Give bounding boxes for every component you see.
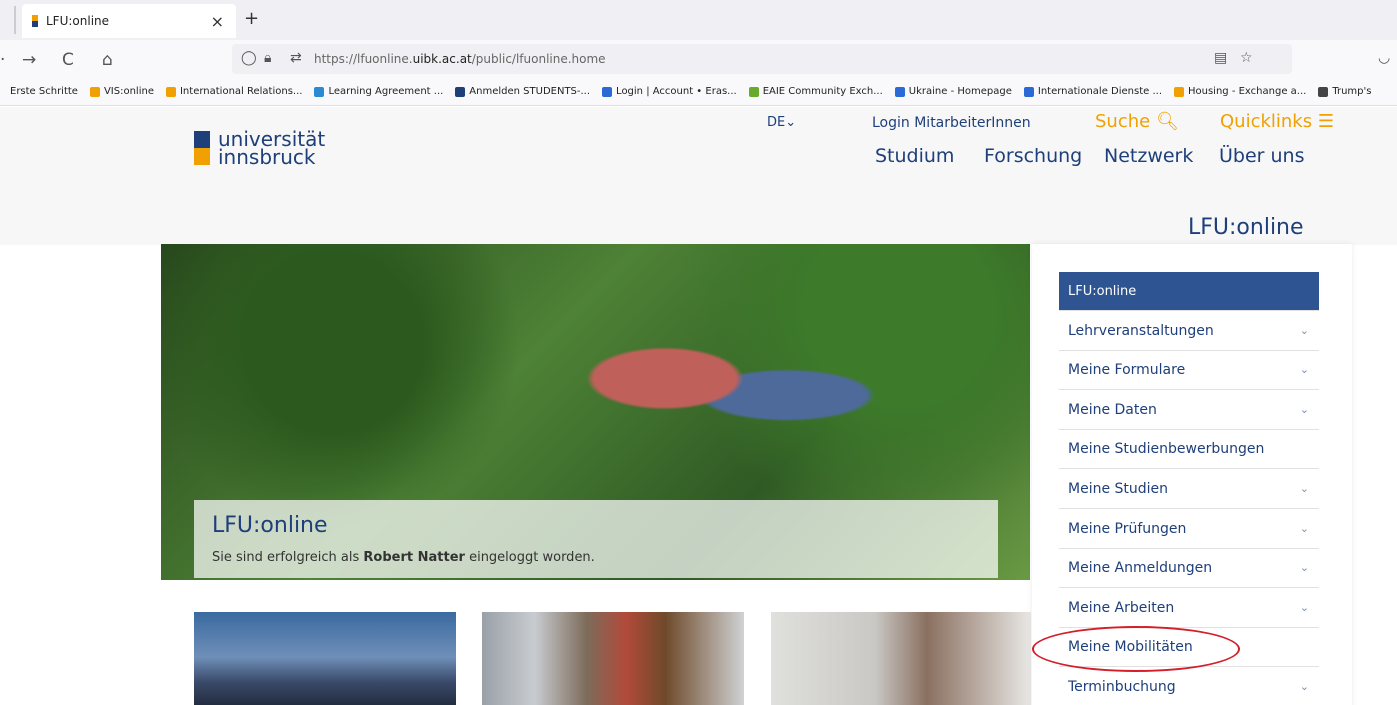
staff-login-link[interactable]: Login MitarbeiterInnen [872, 115, 1031, 131]
reader-view-icon[interactable]: ▤ [1214, 50, 1227, 66]
reload-icon[interactable]: C [62, 50, 74, 70]
teaser-image-library[interactable] [482, 612, 744, 705]
sidebar-item-label: LFU:online [1068, 283, 1137, 299]
hero-caption-box [194, 500, 998, 578]
chevron-down-icon[interactable]: ⌄ [1300, 363, 1309, 376]
search-icon: 🔍︎ [1155, 111, 1179, 132]
sidebar-item[interactable]: Meine Arbeiten ⌄ [1059, 589, 1319, 628]
university-logo[interactable]: universität innsbruck [194, 127, 325, 169]
sidebar-item-label: Meine Studienbewerbungen [1068, 441, 1265, 458]
nav-forschung[interactable]: Forschung [984, 145, 1082, 167]
bookmark-item[interactable]: International Relations... [165, 86, 302, 97]
hero-title: LFU:online [212, 513, 328, 538]
chevron-down-icon[interactable]: ⌄ [1300, 324, 1309, 337]
lock-icon[interactable]: 🔒︎ [264, 50, 271, 66]
browser-tab[interactable]: LFU:online × [22, 4, 236, 38]
bookmark-favicon-icon [1023, 86, 1034, 97]
home-icon[interactable]: ⌂ [102, 50, 113, 70]
bookmark-item[interactable]: Erste Schritte [10, 86, 78, 97]
new-tab-button[interactable]: + [244, 8, 259, 29]
nav-studium[interactable]: Studium [875, 145, 954, 167]
sidebar-item[interactable]: Meine Anmeldungen ⌄ [1059, 549, 1319, 589]
bookmark-item[interactable]: Ukraine - Homepage [894, 86, 1012, 97]
sidebar-item[interactable]: Meine Studienbewerbungen [1059, 430, 1319, 470]
tab-title: LFU:online [46, 14, 110, 28]
sidebar-item-label: Meine Anmeldungen [1068, 560, 1213, 577]
forward-icon[interactable]: → [22, 50, 36, 70]
chevron-down-icon[interactable]: ⌄ [1300, 522, 1309, 535]
chevron-down-icon[interactable]: ⌄ [1300, 680, 1309, 693]
bookmark-favicon-icon [89, 86, 100, 97]
bookmark-favicon-icon [1174, 86, 1184, 97]
login-confirmation: Sie sind erfolgreich als Robert Natter e… [212, 550, 595, 565]
bookmark-favicon-icon [602, 86, 613, 97]
back-icon[interactable]: · [0, 50, 5, 70]
sidebar-item-label: Meine Prüfungen [1068, 520, 1187, 537]
bookmark-item[interactable]: Housing - Exchange a... [1174, 86, 1306, 97]
nav-netzwerk[interactable]: Netzwerk [1104, 145, 1193, 167]
sidebar-item-label: Meine Formulare [1068, 362, 1186, 379]
sidebar-item[interactable]: Meine Formulare ⌄ [1059, 351, 1319, 391]
permissions-icon[interactable]: ⇄ [290, 50, 302, 66]
chevron-down-icon[interactable]: ⌄ [1300, 561, 1309, 574]
logo-mark-icon [194, 131, 210, 165]
chevron-down-icon[interactable]: ⌄ [1300, 403, 1309, 416]
language-selector[interactable]: DE⌄ [767, 115, 796, 130]
sidebar-item-label: Lehrveranstaltungen [1068, 322, 1214, 339]
bookmark-favicon-icon [314, 86, 325, 97]
sidebar-item-label: Terminbuchung [1068, 679, 1176, 695]
teaser-image-students[interactable] [771, 612, 1031, 705]
bookmark-item[interactable]: Internationale Dienste ... [1023, 86, 1162, 97]
page-content: universität innsbruck DE⌄ Login Mitarbei… [0, 107, 1397, 705]
teaser-image-city[interactable] [194, 612, 456, 705]
tab-separator [14, 6, 16, 34]
chevron-down-icon[interactable]: ⌄ [1300, 482, 1309, 495]
bookmark-item[interactable]: Trump's [1318, 86, 1371, 97]
sidebar-item-label: Meine Studien [1068, 481, 1169, 497]
bookmark-item[interactable]: Anmelden STUDENTS-... [455, 86, 590, 97]
sidebar-item[interactable]: Terminbuchung ⌄ [1059, 668, 1319, 705]
nav-ueber-uns[interactable]: Über uns [1219, 145, 1305, 167]
close-tab-icon[interactable]: × [211, 12, 224, 31]
shield-icon[interactable]: ◯ [241, 50, 257, 66]
uibk-favicon-icon [32, 15, 38, 27]
bookmark-favicon-icon [1318, 86, 1329, 97]
menu-icon: ☰ [1317, 111, 1334, 132]
bookmark-favicon-icon [165, 86, 176, 97]
sidebar-item[interactable]: Meine Daten ⌄ [1059, 391, 1319, 430]
logo-line-2: innsbruck [218, 145, 316, 169]
pocket-icon[interactable]: ◡ [1378, 50, 1390, 66]
chevron-down-icon[interactable]: ⌄ [1300, 601, 1309, 614]
url-text[interactable]: https://lfuonline.uibk.ac.at/public/lfuo… [314, 52, 606, 66]
bookmark-star-icon[interactable]: ☆ [1240, 50, 1253, 66]
bookmark-favicon-icon [455, 86, 466, 97]
quicklinks-link[interactable]: Quicklinks ☰ [1220, 111, 1334, 132]
section-title: LFU:online [1188, 215, 1304, 240]
user-name: Robert Natter [363, 550, 465, 565]
bookmark-item[interactable]: EAIE Community Exch... [748, 86, 883, 97]
sidebar-item-label: Meine Daten [1068, 401, 1157, 418]
sidebar-item[interactable]: Meine Prüfungen ⌄ [1059, 510, 1319, 549]
bookmark-favicon-icon [894, 86, 905, 97]
sidebar-item-label: Meine Arbeiten [1068, 599, 1175, 616]
browser-tab-bar: LFU:online × + [0, 0, 1397, 40]
bookmark-item[interactable]: VIS:online [89, 86, 154, 97]
bookmark-item[interactable]: Learning Agreement ... [314, 86, 443, 97]
search-link[interactable]: Suche 🔍︎ [1095, 111, 1179, 132]
highlight-ring [1032, 626, 1240, 672]
bookmarks-bar: Erste Schritte VIS:online International Re… [0, 78, 1397, 106]
sidebar-item[interactable]: Lehrveranstaltungen ⌄ [1059, 312, 1319, 351]
bookmark-favicon-icon [748, 86, 759, 97]
sidebar-item[interactable]: LFU:online [1059, 272, 1319, 311]
bookmark-item[interactable]: Login | Account • Eras... [602, 86, 737, 97]
sidebar-item[interactable]: Meine Studien ⌄ [1059, 470, 1319, 509]
